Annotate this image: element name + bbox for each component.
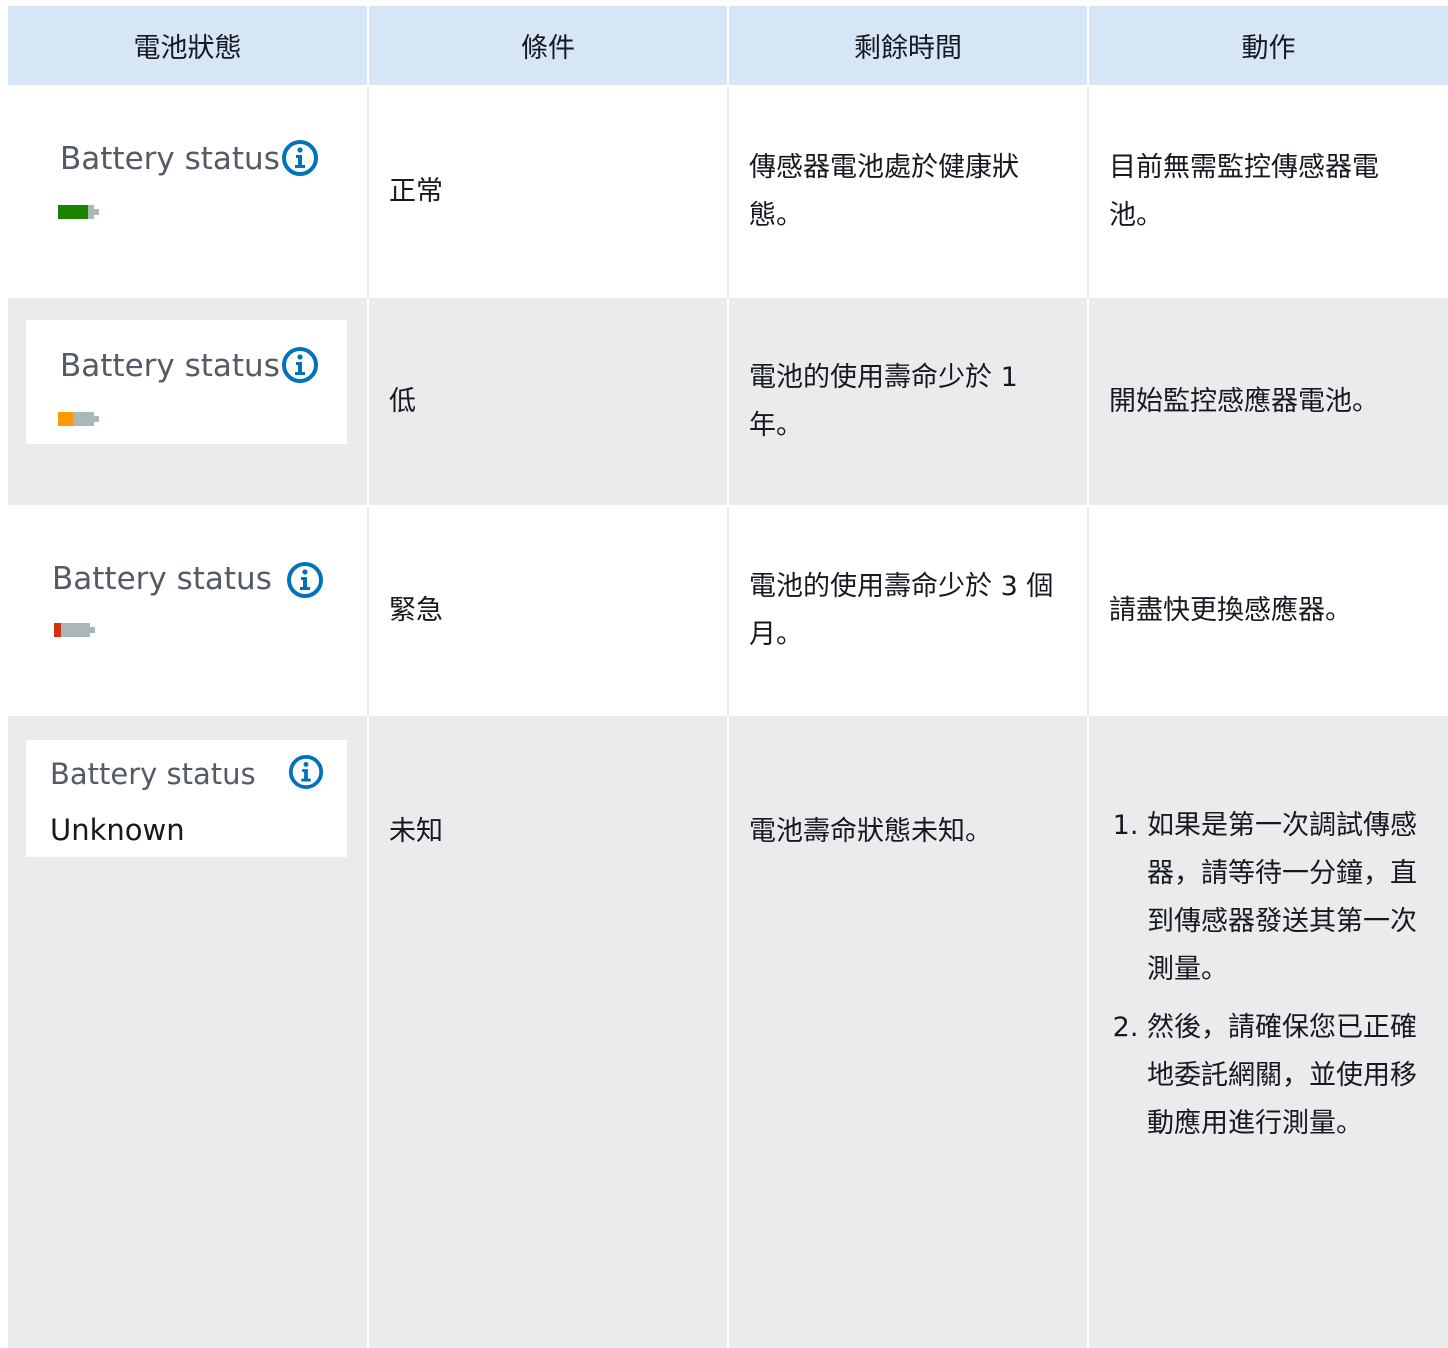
status-cell: Battery status — [8, 505, 369, 715]
list-item: 然後，請確保您已正確地委託網關，並使用移動應用進行測量。 — [1147, 1004, 1428, 1148]
battery-status-card: Battery status Unknown — [26, 740, 347, 857]
info-icon[interactable] — [281, 139, 319, 177]
battery-unknown-text: Unknown — [50, 813, 185, 847]
battery-status-card: Battery status — [26, 113, 347, 237]
header-condition: 條件 — [368, 6, 729, 86]
info-icon[interactable] — [288, 754, 324, 790]
remaining-cell: 電池的使用壽命少於 3 個月。 — [728, 505, 1089, 715]
battery-status-card: Battery status — [26, 531, 347, 655]
info-icon[interactable] — [286, 561, 324, 599]
table-row: Battery status 緊急 電池的使用壽命少於 3 個月。 請盡快更換感… — [8, 505, 1448, 715]
battery-status-label: Battery status — [50, 757, 256, 791]
action-cell: 請盡快更換感應器。 — [1088, 505, 1448, 715]
header-battery-status: 電池狀態 — [8, 6, 369, 86]
action-list: 如果是第一次調試傳感器，請等待一分鐘，直到傳感器發送其第一次測量。 然後，請確保… — [1109, 802, 1428, 1148]
remaining-cell: 電池壽命狀態未知。 — [728, 714, 1089, 1348]
table-header-row: 電池狀態 條件 剩餘時間 動作 — [8, 6, 1448, 86]
info-icon[interactable] — [281, 346, 319, 384]
table-row: Battery status 正常 傳感器電池處於健康狀態。 目前無需監控傳感器… — [8, 85, 1448, 297]
condition-cell: 未知 — [368, 714, 729, 1348]
battery-status-label: Battery status — [52, 561, 272, 597]
header-remaining-time: 剩餘時間 — [728, 6, 1089, 86]
remaining-cell: 傳感器電池處於健康狀態。 — [728, 85, 1089, 297]
battery-icon — [54, 623, 95, 637]
remaining-cell: 電池的使用壽命少於 1 年。 — [728, 296, 1089, 506]
condition-cell: 低 — [368, 296, 729, 506]
action-cell: 目前無需監控傳感器電池。 — [1088, 85, 1448, 297]
condition-cell: 緊急 — [368, 505, 729, 715]
action-cell: 如果是第一次調試傳感器，請等待一分鐘，直到傳感器發送其第一次測量。 然後，請確保… — [1088, 714, 1448, 1348]
header-action: 動作 — [1088, 6, 1448, 86]
battery-status-label: Battery status — [60, 141, 280, 177]
status-cell: Battery status — [8, 85, 369, 297]
action-cell: 開始監控感應器電池。 — [1088, 296, 1448, 506]
table-row: Battery status Unknown 未知 電池壽命狀態未知。 如果是第… — [8, 714, 1448, 1348]
status-cell: Battery status — [8, 296, 369, 506]
status-cell: Battery status Unknown — [8, 714, 369, 1348]
table-row: Battery status 低 電池的使用壽命少於 1 年。 開始監控感應器電… — [8, 296, 1448, 506]
list-item: 如果是第一次調試傳感器，請等待一分鐘，直到傳感器發送其第一次測量。 — [1147, 802, 1428, 994]
battery-status-table: 電池狀態 條件 剩餘時間 動作 Battery status 正常 傳感器電池處… — [8, 6, 1448, 1348]
battery-status-label: Battery status — [60, 348, 280, 384]
battery-icon — [58, 412, 99, 426]
battery-status-card: Battery status — [26, 320, 347, 444]
condition-cell: 正常 — [368, 85, 729, 297]
battery-icon — [58, 205, 99, 219]
